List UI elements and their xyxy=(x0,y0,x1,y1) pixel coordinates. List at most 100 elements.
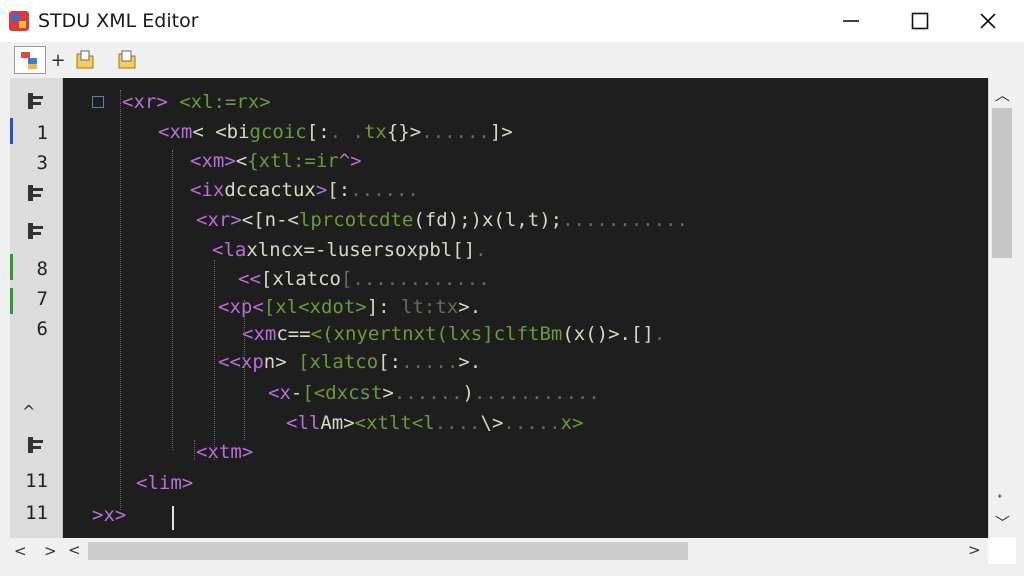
code-line: <xm< <bigcoic[:. .tx{}>......]> xyxy=(158,117,513,147)
code-token: > xyxy=(382,382,394,404)
change-marker xyxy=(10,118,13,144)
scroll-right-button[interactable]: > xyxy=(968,541,981,559)
gutter-up-button[interactable]: ^ xyxy=(22,402,35,421)
horizontal-scroll-thumb[interactable] xyxy=(88,542,688,560)
code-token: >x> xyxy=(92,504,127,526)
code-token: [xl<xdot> xyxy=(263,296,367,318)
code-token: [: xyxy=(327,179,351,201)
line-number: 8 xyxy=(36,258,48,280)
change-marker xyxy=(10,288,13,314)
code-token: x> xyxy=(560,412,584,434)
gutter-line: 7 xyxy=(10,284,62,314)
code-line: <<xpn> [xlatco[:.....>. xyxy=(218,347,481,377)
indent-guide xyxy=(194,440,195,460)
code-token: <ll xyxy=(286,412,321,434)
app-icon xyxy=(9,11,29,31)
code-token: <xm xyxy=(242,323,277,345)
code-line: <xtm> xyxy=(196,437,253,467)
indent-guide xyxy=(120,90,121,510)
code-token: <bi xyxy=(203,121,250,143)
maximize-button[interactable] xyxy=(887,0,953,42)
gutter-scroll-left-button[interactable]: < xyxy=(14,542,27,560)
gutter-line[interactable] xyxy=(10,216,62,246)
expand-icon xyxy=(28,223,43,239)
vertical-scroll-thumb[interactable] xyxy=(992,108,1012,258)
gutter-line[interactable] xyxy=(10,86,62,116)
code-token: . . xyxy=(329,121,364,143)
gutter-line xyxy=(10,348,62,378)
gutter-line: 3 xyxy=(10,148,62,178)
code-line: <ixdccactux>[:...... xyxy=(190,175,419,205)
scroll-down-button[interactable]: ﹀ xyxy=(995,512,1010,533)
code-token: n> xyxy=(263,351,287,373)
code-line: <xr><[n-<lprcotcdte(fd);)x(l,t);........… xyxy=(196,205,688,235)
close-icon xyxy=(980,13,996,29)
code-token: <xm> xyxy=(190,150,236,172)
code-token: <xtlt<l xyxy=(354,412,435,434)
change-marker xyxy=(10,254,13,280)
line-number: 11 xyxy=(25,502,48,524)
code-token: <la xyxy=(212,239,247,261)
code-token: . xyxy=(475,239,487,261)
code-token: ]: xyxy=(366,296,390,318)
gutter-line: 1 xyxy=(10,118,62,148)
code-token: ]> xyxy=(489,121,513,143)
code-token: <[n-< xyxy=(241,209,299,231)
code-token: . xyxy=(653,323,666,345)
code-token: xlncx=- xyxy=(246,239,327,261)
gutter-line: 6 xyxy=(10,314,62,344)
line-number: 3 xyxy=(36,152,48,174)
code-token: .... xyxy=(434,412,481,434)
code-token: lusersoxpbl xyxy=(326,239,453,261)
code-token: [: xyxy=(306,121,330,143)
gutter-line xyxy=(10,388,62,418)
code-token: ) xyxy=(462,382,474,404)
scroll-up-button[interactable]: ︿ xyxy=(995,84,1010,105)
code-token: > xyxy=(315,179,328,201)
code-token: [: xyxy=(378,351,402,373)
code-token: [............ xyxy=(340,268,490,290)
folder-add-icon xyxy=(76,50,94,69)
gutter-scroll-right-button[interactable]: > xyxy=(44,542,57,560)
code-token: <xr> xyxy=(122,91,168,113)
scroll-left-button[interactable]: < xyxy=(68,541,81,559)
open-folder-button[interactable] xyxy=(112,46,142,74)
code-token: \> xyxy=(480,412,504,434)
gutter-scrollbar[interactable]: < > xyxy=(10,538,62,564)
code-token: ...... xyxy=(393,382,463,404)
gutter-line: 11 xyxy=(10,466,62,496)
code-token: [xlatco xyxy=(286,351,379,373)
status-strip xyxy=(0,564,1024,576)
tree-icon xyxy=(21,52,37,69)
close-button[interactable] xyxy=(955,0,1021,42)
line-number: 7 xyxy=(36,288,48,310)
minimize-button[interactable] xyxy=(818,0,884,42)
fold-icon xyxy=(28,437,43,453)
collapse-icon xyxy=(28,93,43,109)
gutter-line[interactable] xyxy=(10,178,62,208)
toolbar: + xyxy=(0,42,1024,79)
right-frame xyxy=(1016,78,1024,564)
code-token: <xm xyxy=(158,121,193,143)
line-gutter: 1 3 8 7 6 11 11 ^ xyxy=(10,78,63,538)
add-folder-button[interactable] xyxy=(70,46,100,74)
gutter-line[interactable] xyxy=(10,430,62,460)
gutter-line: 8 xyxy=(10,254,62,284)
code-token: << xyxy=(238,268,261,290)
code-token: <lim> xyxy=(136,472,194,494)
code-line: >x> xyxy=(92,500,126,530)
fold-marker-icon[interactable] xyxy=(92,96,104,108)
code-token: ........... xyxy=(562,209,688,231)
title-bar: STDU XML Editor xyxy=(0,0,1024,42)
vertical-scrollbar[interactable]: ︿ ᐩ ﹀ xyxy=(988,78,1017,538)
code-line: <lim> xyxy=(136,468,193,498)
code-line: <xp<[xl<xdot>]: lt:tx>. xyxy=(218,292,481,322)
horizontal-scrollbar[interactable]: < > xyxy=(62,538,988,564)
code-line: <<[xlatco[............ xyxy=(238,264,490,294)
code-token: <ix xyxy=(190,179,225,201)
new-tree-button[interactable] xyxy=(14,46,46,74)
code-token: (fd);)x(l,t); xyxy=(413,209,563,231)
code-token: [] xyxy=(630,323,654,345)
code-line: <x-[<dxcst>......)........... xyxy=(268,378,600,408)
code-line: <xr> <xl:=rx> xyxy=(122,87,271,117)
